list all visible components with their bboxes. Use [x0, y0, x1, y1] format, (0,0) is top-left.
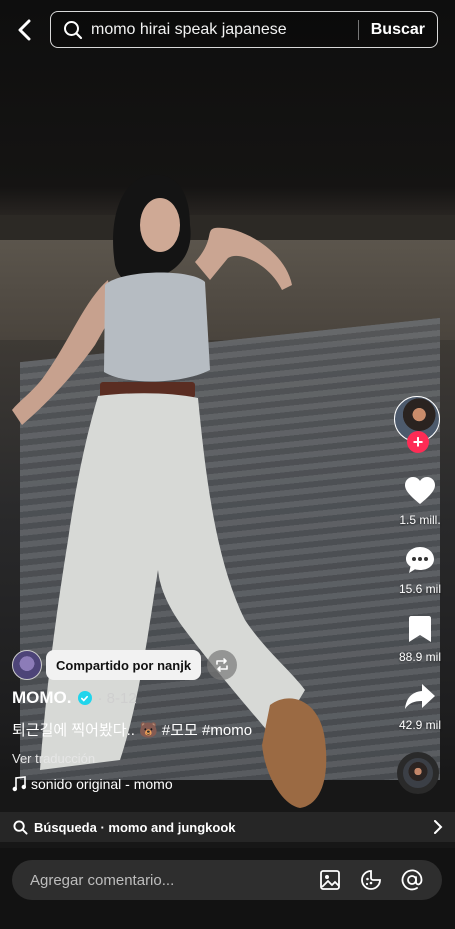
sound-disc[interactable]: [397, 752, 439, 794]
related-search-text: Búsqueda · momo and jungkook: [34, 819, 236, 835]
related-search-bar[interactable]: Búsqueda · momo and jungkook: [0, 812, 455, 842]
verified-badge-icon: [77, 691, 92, 705]
image-icon[interactable]: [319, 869, 341, 891]
search-icon: [64, 20, 83, 39]
heart-icon: [405, 477, 435, 504]
bookmark-icon: [409, 616, 431, 642]
shared-by-label[interactable]: Compartido por nanjk: [46, 650, 202, 680]
author-name[interactable]: MOMO.: [12, 688, 72, 708]
sound-name: sonido original - momo: [31, 776, 173, 792]
comment-placeholder[interactable]: Agregar comentario...: [30, 872, 319, 889]
search-query[interactable]: momo hirai speak japanese: [91, 21, 358, 39]
share-button[interactable]: 42.9 mil: [385, 683, 455, 732]
shared-by-row: Compartido por nanjk: [12, 650, 238, 680]
emoji-icon[interactable]: [360, 869, 382, 891]
search-divider: [357, 19, 359, 40]
share-arrow-icon: [405, 684, 435, 709]
follow-button[interactable]: +: [407, 431, 429, 453]
sound-link[interactable]: sonido original - momo: [12, 776, 173, 792]
save-button[interactable]: 88.9 mil: [385, 615, 455, 664]
repost-button[interactable]: [207, 650, 238, 680]
action-rail: + 1.5 mill. 15.6 mil 88.9 mil 42.9 mil: [385, 0, 455, 848]
like-button[interactable]: 1.5 mill.: [385, 476, 455, 527]
share-count: 42.9 mil: [398, 718, 442, 732]
search-input[interactable]: momo hirai speak japanese Buscar: [50, 11, 438, 48]
comment-bar: Agregar comentario...: [0, 848, 455, 929]
comment-bubble-icon: [406, 547, 434, 573]
chevron-left-icon: [18, 19, 31, 41]
repost-icon: [216, 658, 228, 672]
author-row: MOMO. · 8-12: [12, 688, 137, 708]
chevron-right-icon: [434, 820, 443, 834]
comment-button[interactable]: 15.6 mil: [385, 545, 455, 596]
post-date: · 8-12: [97, 689, 137, 707]
comment-count: 15.6 mil: [398, 582, 442, 596]
music-note-icon: [12, 776, 26, 792]
comment-input[interactable]: Agregar comentario...: [12, 860, 442, 900]
mention-icon[interactable]: [401, 869, 423, 891]
search-icon: [13, 819, 28, 835]
post-caption: 퇴근길에 찍어봤다.. 🐻 #모모 #momo: [12, 722, 253, 739]
plus-icon: +: [412, 432, 424, 452]
save-count: 88.9 mil: [398, 650, 442, 664]
see-translation-link[interactable]: Ver traducción: [12, 751, 95, 766]
back-button[interactable]: [10, 14, 38, 46]
like-count: 1.5 mill.: [399, 513, 441, 527]
sharer-avatar[interactable]: [12, 650, 42, 680]
